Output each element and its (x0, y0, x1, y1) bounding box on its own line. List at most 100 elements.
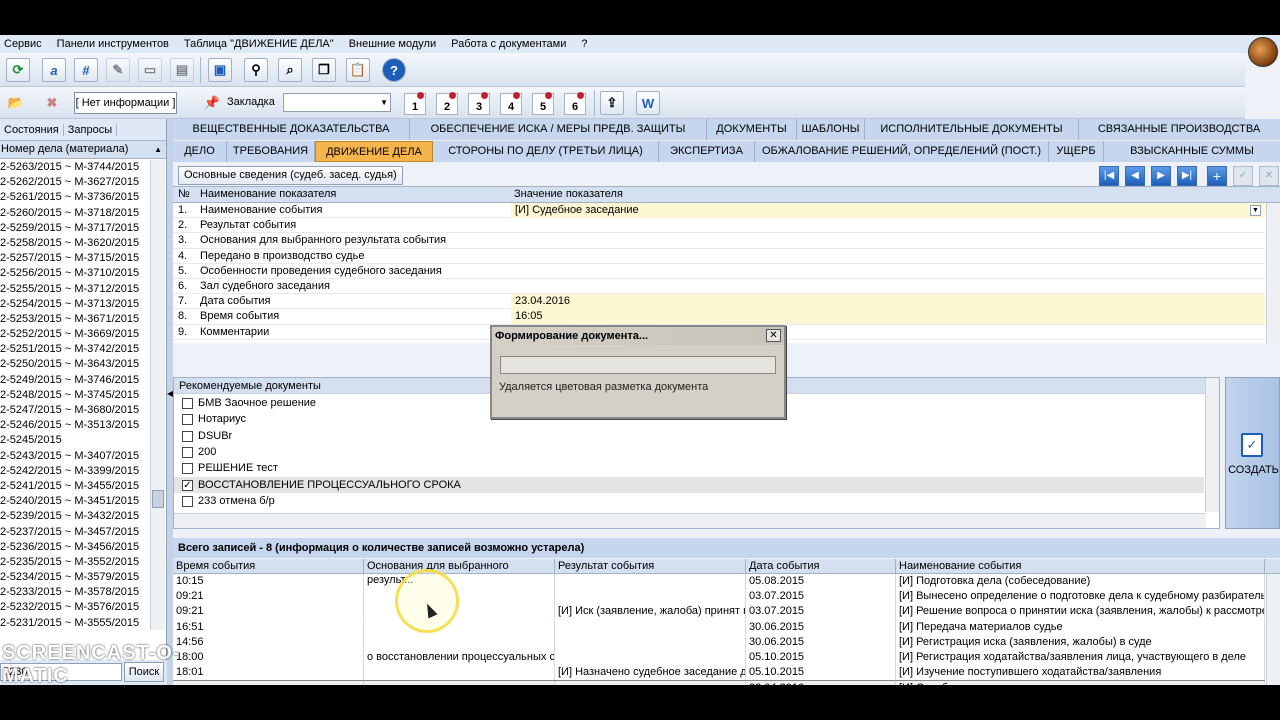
scroll-up-icon[interactable]: ▲ (154, 141, 162, 158)
delete-icon[interactable]: ✖ (40, 91, 64, 115)
menu-service[interactable]: Сервис (4, 38, 42, 50)
recommended-item[interactable]: ✓ ВОССТАНОВЛЕНИЕ ПРОЦЕССУАЛЬНОГО СРОКА (174, 476, 1204, 493)
menu-toolbars[interactable]: Панели инструментов (57, 38, 169, 50)
help-icon[interactable]: ? (382, 58, 406, 82)
indicator-value[interactable]: 16:05 (511, 309, 1265, 325)
case-list-item[interactable]: 2-5263/2015 ~ М-3744/2015 (0, 160, 150, 175)
checkbox[interactable] (182, 414, 193, 426)
case-list-item[interactable]: 2-5248/2015 ~ М-3745/2015 (0, 388, 150, 403)
case-list-item[interactable]: 2-5236/2015 ~ М-3456/2015 (0, 540, 150, 555)
tab-related-proceedings[interactable]: СВЯЗАННЫЕ ПРОИЗВОДСТВА (1079, 119, 1279, 140)
last-record-icon[interactable]: ▶| (1177, 166, 1197, 186)
prev-record-icon[interactable]: ◀ (1125, 166, 1145, 186)
case-list-item[interactable]: 2-5243/2015 ~ М-3407/2015 (0, 449, 150, 464)
print-icon[interactable]: ▤ (170, 58, 194, 82)
case-list-item[interactable]: 2-5242/2015 ~ М-3399/2015 (0, 464, 150, 479)
case-list-scrollbar[interactable] (150, 160, 165, 630)
grid-row[interactable]: 2. Результат события (173, 218, 1265, 234)
folder-icon[interactable]: 📂 (4, 91, 28, 115)
event-row[interactable]: 09:21 03.07.2015 [И] Вынесено определение … (173, 589, 1265, 605)
case-list-item[interactable]: 2-5250/2015 ~ М-3643/2015 (0, 357, 150, 372)
events-scrollbar[interactable] (1266, 574, 1280, 685)
grid-row[interactable]: 6. Зал судебного заседания (173, 279, 1265, 295)
case-list-item[interactable]: 2-5235/2015 ~ М-3552/2015 (0, 555, 150, 570)
refresh-icon[interactable]: ⟳ (6, 58, 30, 82)
subtab-main-info[interactable]: Основные сведения (судеб. засед. судья) (178, 166, 403, 185)
close-icon[interactable]: ✕ (766, 329, 781, 342)
tab-appeals[interactable]: ОБЖАЛОВАНИЕ РЕШЕНИЙ, ОПРЕДЕЛЕНИЙ (ПОСТ.) (755, 141, 1049, 162)
case-list-item[interactable]: 2-5245/2015 (0, 433, 150, 448)
case-list-item[interactable]: 2-5256/2015 ~ М-3710/2015 (0, 266, 150, 281)
grid-row[interactable]: 7. Дата события 23.04.2016 (173, 294, 1265, 310)
case-list-item[interactable]: 2-5259/2015 ~ М-3717/2015 (0, 221, 150, 236)
number-icon[interactable]: # (74, 58, 98, 82)
bookmark-5-button[interactable]: 5 (532, 92, 554, 115)
indicator-value[interactable] (511, 264, 1265, 279)
bookmark-6-button[interactable]: 6 (564, 92, 586, 115)
case-list-item[interactable]: 2-5252/2015 ~ М-3669/2015 (0, 327, 150, 342)
case-list-item[interactable]: 2-5262/2015 ~ М-3627/2015 (0, 175, 150, 190)
case-list-item[interactable]: 2-5249/2015 ~ М-3746/2015 (0, 373, 150, 388)
tab-expertise[interactable]: ЭКСПЕРТИЗА (659, 141, 755, 162)
screen-icon[interactable]: ▣ (208, 58, 232, 82)
tab-claim-security[interactable]: ОБЕСПЕЧЕНИЕ ИСКА / МЕРЫ ПРЕДВ. ЗАЩИТЫ (410, 119, 707, 140)
case-list-item[interactable]: 2-5251/2015 ~ М-3742/2015 (0, 342, 150, 357)
case-list-item[interactable]: 2-5231/2015 ~ М-3555/2015 (0, 616, 150, 627)
tab-recovered-sums[interactable]: ВЗЫСКАННЫЕ СУММЫ (1104, 141, 1280, 162)
indicator-value[interactable] (511, 218, 1265, 233)
checkbox[interactable] (182, 430, 193, 442)
bookmark-3-button[interactable]: 3 (468, 92, 490, 115)
col-result[interactable]: Результат события (555, 559, 746, 574)
case-list-item[interactable]: 2-5232/2015 ~ М-3576/2015 (0, 600, 150, 615)
tab-case[interactable]: ДЕЛО (173, 141, 227, 162)
tab-case-movement[interactable]: ДВИЖЕНИЕ ДЕЛА (315, 141, 433, 162)
case-list-item[interactable]: 2-5258/2015 ~ М-3620/2015 (0, 236, 150, 251)
grid-row[interactable]: 3. Основания для выбранного результата со… (173, 233, 1265, 249)
indicator-value[interactable] (511, 279, 1265, 294)
case-list-item[interactable]: 2-5240/2015 ~ М-3451/2015 (0, 494, 150, 509)
checkbox[interactable] (182, 398, 193, 409)
bookmark-select[interactable]: ▼ (283, 93, 391, 112)
next-record-icon[interactable]: ▶ (1151, 166, 1171, 186)
event-row[interactable]: 23.04.2016[И] Судебное заседание (173, 680, 1265, 685)
tab-templates[interactable]: ШАБЛОНЫ (797, 119, 865, 140)
checkbox[interactable]: ✓ (182, 479, 193, 491)
menu-documents[interactable]: Работа с документами (451, 38, 566, 50)
chevron-down-icon[interactable]: ▼ (1250, 205, 1261, 216)
bookmark-4-button[interactable]: 4 (500, 92, 522, 115)
col-event-name[interactable]: Наименование события (896, 559, 1265, 574)
case-list-item[interactable]: 2-5241/2015 ~ М-3455/2015 (0, 479, 150, 494)
case-list-item[interactable]: 2-5253/2015 ~ М-3671/2015 (0, 312, 150, 327)
tab-parties[interactable]: СТОРОНЫ ПО ДЕЛУ (ТРЕТЬИ ЛИЦА) (433, 141, 659, 162)
grid-row[interactable]: 4. Передано в производство судье (173, 249, 1265, 264)
tab-queries[interactable]: Запросы (64, 123, 118, 136)
event-row[interactable]: 10:15 05.08.2015 [И] Подготовка дела (собе… (173, 574, 1265, 589)
scrollbar-thumb[interactable] (152, 490, 164, 508)
grid-row[interactable]: 8. Время события 16:05 (173, 309, 1265, 325)
col-grounds[interactable]: Основания для выбранного результ... (364, 559, 555, 586)
case-list-item[interactable]: 2-5237/2015 ~ М-3457/2015 (0, 525, 150, 540)
window-icon[interactable]: ▭ (138, 58, 162, 82)
case-list-item[interactable]: 2-5247/2015 ~ М-3680/2015 (0, 403, 150, 418)
tab-damage[interactable]: УЩЕРБ (1049, 141, 1104, 162)
first-record-icon[interactable]: |◀ (1099, 166, 1119, 186)
menu-external-modules[interactable]: Внешние модули (349, 38, 436, 50)
grid-row[interactable]: 1. Наименование события [И] Судебное засед… (173, 203, 1265, 219)
case-list-item[interactable]: 2-5257/2015 ~ М-3715/2015 (0, 251, 150, 266)
text-icon[interactable]: a (42, 58, 66, 82)
grid-row[interactable]: 5. Особенности проведения судебного засед… (173, 264, 1265, 279)
event-row[interactable]: 09:21 [И] Иск (заявление, жалоба) принят … (173, 604, 1265, 620)
indicator-value[interactable] (511, 233, 1265, 248)
event-row[interactable]: 16:51 30.06.2015 [И] Передача материалов с… (173, 619, 1265, 635)
indicator-value[interactable]: [И] Судебное заседание (511, 203, 1265, 218)
word-export-icon[interactable]: W (636, 91, 660, 115)
case-list-item[interactable]: 2-5255/2015 ~ М-3712/2015 (0, 282, 150, 297)
recommended-hscrollbar[interactable] (174, 513, 1206, 528)
case-list-item[interactable]: 2-5234/2015 ~ М-3579/2015 (0, 570, 150, 585)
create-document-button[interactable]: ✓ СОЗДАТЬ (1225, 377, 1280, 529)
export-icon[interactable]: ⇪ (600, 91, 624, 115)
tab-executive-documents[interactable]: ИСПОЛНИТЕЛЬНЫЕ ДОКУМЕНТЫ (865, 119, 1079, 140)
event-row[interactable]: 14:56 30.06.2015 [И] Регистрация иска (зая… (173, 634, 1265, 650)
case-list-item[interactable]: 2-5254/2015 ~ М-3713/2015 (0, 297, 150, 312)
recommended-item[interactable]: 200 (174, 444, 1204, 460)
